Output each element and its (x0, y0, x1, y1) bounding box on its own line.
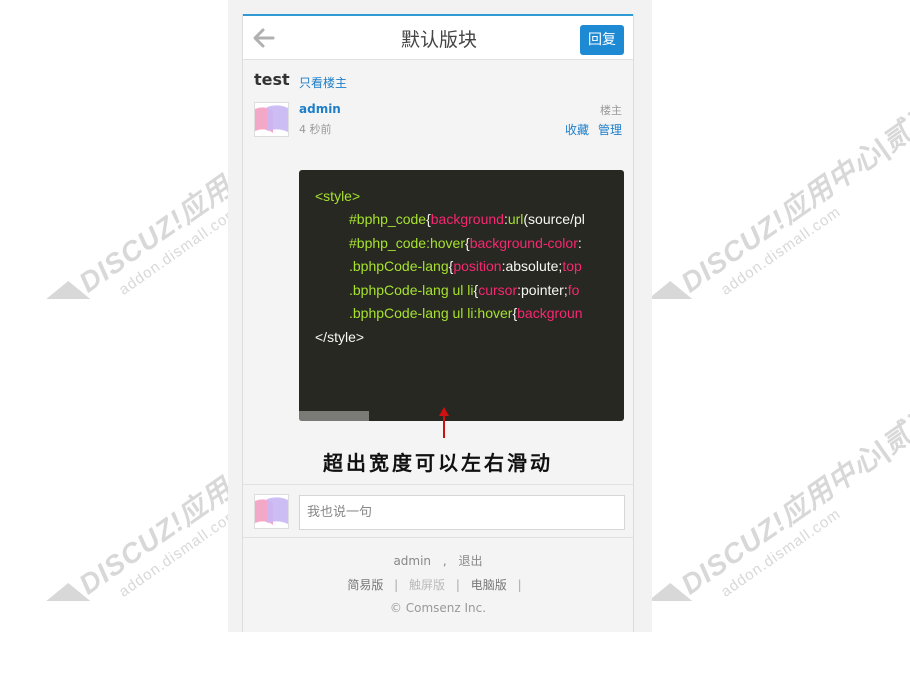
author-name[interactable]: admin (299, 102, 341, 116)
avatar-image (255, 103, 288, 136)
code-block[interactable]: <style> #bphp_code{background:url(source… (299, 170, 624, 421)
avatar[interactable] (254, 102, 289, 137)
reply-input[interactable]: 我也说一句 (299, 495, 625, 530)
favorite-link[interactable]: 收藏 (565, 121, 589, 138)
separator: | (517, 578, 522, 592)
code-line: .bphpCode-lang{position:absolute;top (349, 258, 582, 274)
code-line: .bphpCode-lang ul li{cursor:pointer;fo (349, 282, 580, 298)
top-bar: 默认版块 回复 (243, 14, 633, 60)
footer-comma: , (442, 554, 447, 568)
reply-bar: 我也说一句 (243, 484, 633, 538)
floor-label: 楼主 (600, 104, 622, 117)
code-line: </style> (315, 329, 365, 345)
logout-link[interactable]: 退出 (459, 554, 483, 568)
avatar-image (255, 495, 288, 528)
reply-button[interactable]: 回复 (580, 25, 624, 55)
post-time: 4 秒前 (299, 123, 332, 136)
mobile-page: 默认版块 回复 test 只看楼主 admin 4 秒前 楼主 收藏 管理 <s… (242, 14, 634, 632)
code-line: <style> (315, 188, 361, 204)
separator: | (455, 578, 460, 592)
page-title: 默认版块 (400, 29, 477, 51)
code-line: #bphp_code:hover{background-color: (349, 235, 582, 251)
manage-link[interactable]: 管理 (598, 121, 622, 138)
touch-version-link[interactable]: 触屏版 (409, 578, 445, 592)
copyright: © Comsenz Inc. (389, 601, 487, 615)
horizontal-scrollbar[interactable] (299, 411, 369, 421)
watermark: DISCUZ!应用中心|贰道 addon.dismall.com (648, 396, 910, 617)
screen: DISCUZ!应用中心|贰道 addon.dismall.com DISCUZ!… (0, 0, 910, 700)
annotation-arrow (443, 414, 445, 438)
code-line: #bphp_code{background:url(source/pl (349, 211, 585, 227)
thread-title: test (254, 70, 290, 89)
desktop-version-link[interactable]: 电脑版 (471, 578, 507, 592)
watermark: DISCUZ!应用中心|贰道 addon.dismall.com (648, 94, 910, 315)
only-op-link[interactable]: 只看楼主 (299, 74, 347, 91)
annotation-caption: 超出宽度可以左右滑动 (323, 451, 553, 475)
simple-version-link[interactable]: 简易版 (347, 578, 383, 592)
footer-username[interactable]: admin (393, 554, 431, 568)
footer-links: 简易版 | 触屏版 | 电脑版 | (243, 576, 633, 593)
code-line: .bphpCode-lang ul li:hover{backgroun (349, 305, 583, 321)
separator: | (394, 578, 399, 592)
avatar (254, 494, 289, 529)
footer-user-line: admin , 退出 (243, 552, 633, 569)
